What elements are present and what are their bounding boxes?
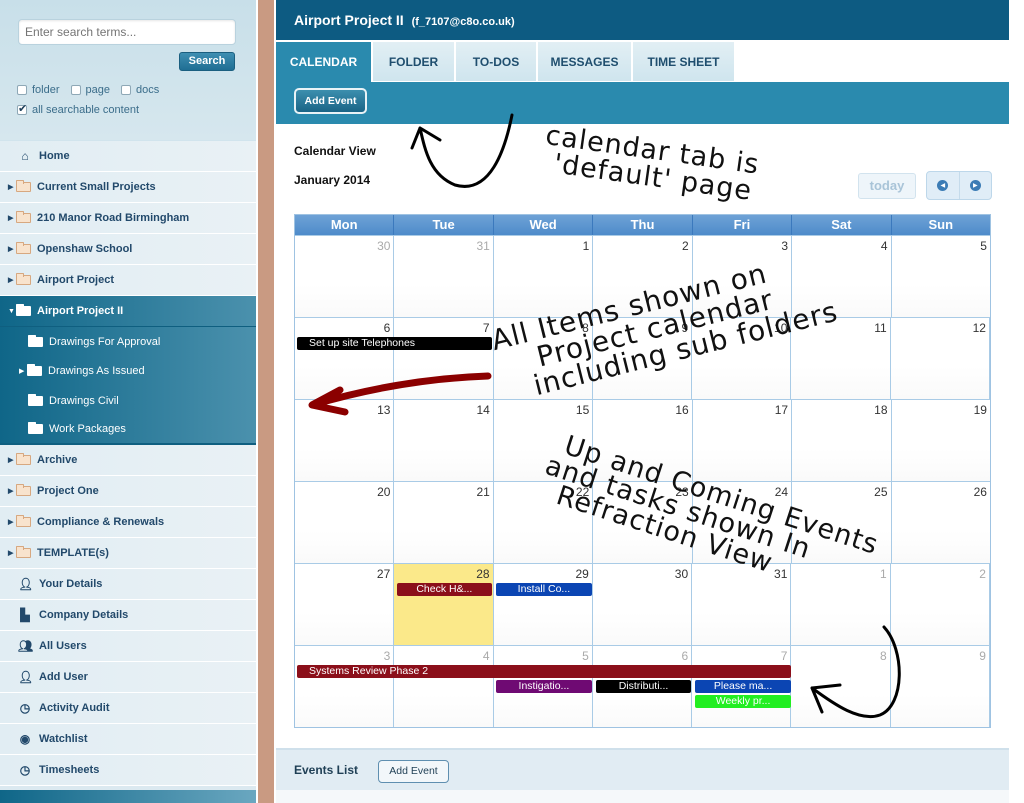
annotation-arrow-events [810,625,901,718]
annotation-arrow-sidebar [308,372,492,416]
annotation-arrow-tab [410,113,514,188]
